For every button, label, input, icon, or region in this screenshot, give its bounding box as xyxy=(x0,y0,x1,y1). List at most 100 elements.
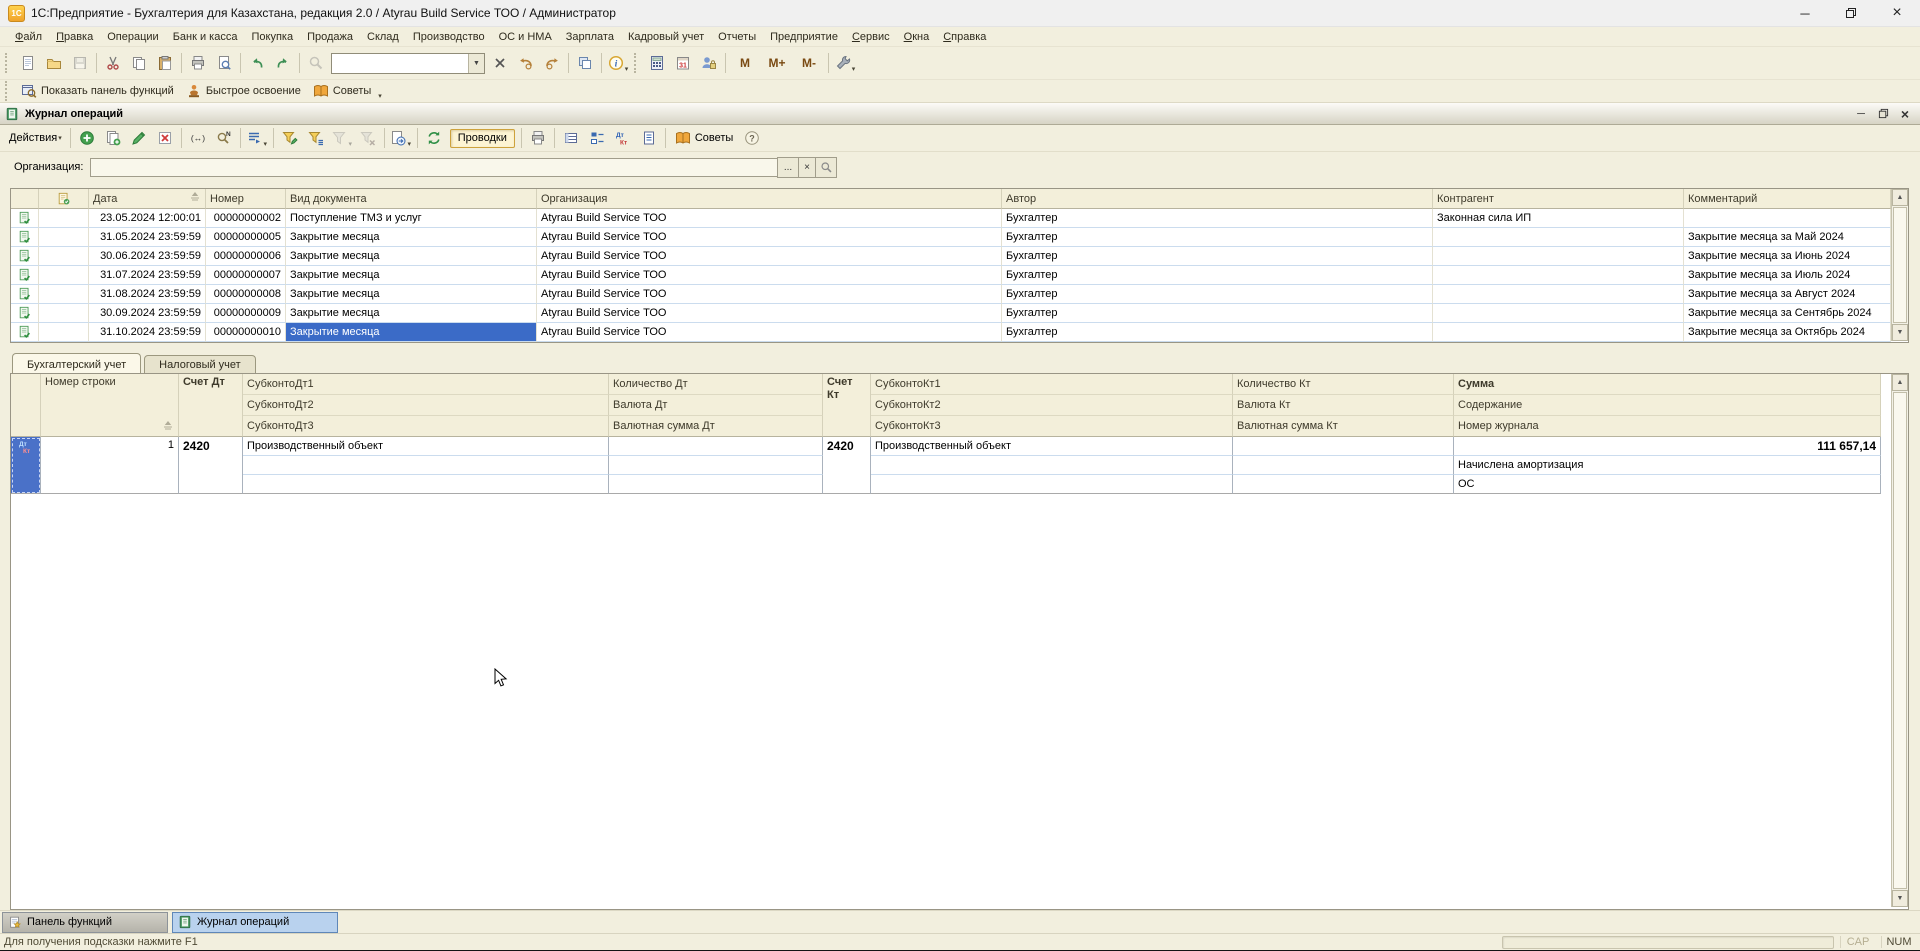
entries-cell-journal-number[interactable]: ОС xyxy=(1454,475,1881,494)
journal-cell-type[interactable]: Закрытие месяца xyxy=(286,285,537,304)
postings-toggle[interactable]: Проводки xyxy=(450,129,515,148)
entries-header-account-kt[interactable]: Счет Кт xyxy=(823,374,871,437)
close-search-button[interactable] xyxy=(487,51,513,75)
entries-cell-subconto-kt2[interactable] xyxy=(871,456,1233,475)
entries-cell-currency-dt[interactable] xyxy=(609,456,823,475)
entries-header-qty-dt[interactable]: Количество Дт xyxy=(609,374,823,395)
journal-header-3[interactable]: Вид документа xyxy=(286,189,537,209)
memory-recall-button[interactable]: M xyxy=(729,51,761,75)
journal-row-icon-cell[interactable] xyxy=(11,247,39,266)
child-close-button[interactable]: × xyxy=(1894,106,1916,122)
journal-cell-type[interactable]: Закрытие месяца xyxy=(286,304,537,323)
entries-cell-qty-kt[interactable] xyxy=(1233,437,1454,456)
minimize-button[interactable]: ─ xyxy=(1782,0,1828,26)
journal-cell-contragent[interactable] xyxy=(1433,285,1684,304)
open-document-button[interactable] xyxy=(41,51,67,75)
journal-row-icon-cell[interactable] xyxy=(11,209,39,228)
menu-item-7[interactable]: Склад xyxy=(360,30,406,44)
journal-posted-cell[interactable] xyxy=(39,323,89,342)
tips-button[interactable]: Советы xyxy=(669,128,739,148)
journal-cell-number[interactable]: 00000000009 xyxy=(206,304,286,323)
entries-header-currency-kt[interactable]: Валюта Кт xyxy=(1233,395,1454,416)
document-structure-button[interactable] xyxy=(558,126,584,150)
entries-header-qty-kt[interactable]: Количество Кт xyxy=(1233,374,1454,395)
filter-clear-button[interactable] xyxy=(355,126,381,150)
journal-cell-comment[interactable]: Закрытие месяца за Сентябрь 2024 xyxy=(1684,304,1891,323)
journal-report-button[interactable] xyxy=(636,126,662,150)
entries-header-account-dt[interactable]: Счет Дт xyxy=(179,374,243,437)
entries-cell-subconto-kt1[interactable]: Производственный объект xyxy=(871,437,1233,456)
entries-cell-currency-sum-kt[interactable] xyxy=(1233,475,1454,494)
entries-header-subconto-dt3[interactable]: СубконтоДт3 xyxy=(243,416,609,437)
journal-cell-contragent[interactable]: Законная сила ИП xyxy=(1433,209,1684,228)
journal-cell-number[interactable]: 00000000005 xyxy=(206,228,286,247)
journal-cell-org[interactable]: Atyrau Build Service ТОО xyxy=(537,323,1002,342)
entries-cell-amount[interactable]: 111 657,14 xyxy=(1454,437,1881,456)
close-button[interactable]: × xyxy=(1874,0,1920,26)
journal-cell-org[interactable]: Atyrau Build Service ТОО xyxy=(537,285,1002,304)
window-tab-function-panel[interactable]: Панель функций xyxy=(2,912,168,933)
entries-cell-account-dt[interactable]: 2420 xyxy=(179,437,243,494)
entries-header-subconto-kt3[interactable]: СубконтоКт3 xyxy=(871,416,1233,437)
entries-cell-row-number[interactable]: 1 xyxy=(41,437,179,494)
entries-header-row-number[interactable]: Номер строки xyxy=(41,374,179,437)
journal-cell-comment[interactable]: Закрытие месяца за Август 2024 xyxy=(1684,285,1891,304)
journal-cell-org[interactable]: Atyrau Build Service ТОО xyxy=(537,228,1002,247)
journal-posted-cell[interactable] xyxy=(39,209,89,228)
save-button[interactable] xyxy=(67,51,93,75)
journal-cell-author[interactable]: Бухгалтер xyxy=(1002,285,1433,304)
menu-item-1[interactable]: Файл xyxy=(8,30,49,44)
delete-row-button[interactable] xyxy=(152,126,178,150)
journal-cell-type[interactable]: Поступление ТМЗ и услуг xyxy=(286,209,537,228)
journal-posted-cell[interactable] xyxy=(39,285,89,304)
journal-cell-date[interactable]: 30.09.2024 23:59:59 xyxy=(89,304,206,323)
journal-cell-author[interactable]: Бухгалтер xyxy=(1002,228,1433,247)
entries-header-amount[interactable]: Сумма xyxy=(1454,374,1881,395)
related-windows-button[interactable] xyxy=(572,51,598,75)
list-setup-button[interactable] xyxy=(584,126,610,150)
print-journal-button[interactable] xyxy=(525,126,551,150)
find-previous-button[interactable] xyxy=(513,51,539,75)
journal-row-icon-cell[interactable] xyxy=(11,285,39,304)
menu-item-6[interactable]: Продажа xyxy=(300,30,360,44)
journal-posted-cell[interactable] xyxy=(39,304,89,323)
settings-wrench-button[interactable]: ▾ xyxy=(832,51,858,75)
journal-cell-org[interactable]: Atyrau Build Service ТОО xyxy=(537,266,1002,285)
journal-cell-number[interactable]: 00000000010 xyxy=(206,323,286,342)
organization-open-button[interactable] xyxy=(815,157,837,178)
journal-cell-type[interactable]: Закрытие месяца xyxy=(286,228,537,247)
journal-cell-org[interactable]: Atyrau Build Service ТОО xyxy=(537,304,1002,323)
journal-cell-contragent[interactable] xyxy=(1433,247,1684,266)
entries-header-subconto-kt1[interactable]: СубконтоКт1 xyxy=(871,374,1233,395)
find-button[interactable] xyxy=(303,51,329,75)
journal-cell-contragent[interactable] xyxy=(1433,228,1684,247)
menu-item-14[interactable]: Сервис xyxy=(845,30,897,44)
child-restore-button[interactable] xyxy=(1872,106,1894,122)
journal-cell-date[interactable]: 31.05.2024 23:59:59 xyxy=(89,228,206,247)
menu-item-13[interactable]: Предприятие xyxy=(763,30,845,44)
journal-cell-author[interactable]: Бухгалтер xyxy=(1002,247,1433,266)
list-settings-button[interactable]: ▾ xyxy=(244,126,270,150)
new-document-button[interactable] xyxy=(15,51,41,75)
journal-row-icon-cell[interactable] xyxy=(11,228,39,247)
journal-header-1[interactable]: Дата xyxy=(89,189,206,209)
entries-cell-account-kt[interactable]: 2420 xyxy=(823,437,871,494)
search-combo[interactable]: ▼ xyxy=(331,53,485,74)
service-info-button[interactable]: i▾ xyxy=(605,51,631,75)
journal-cell-author[interactable]: Бухгалтер xyxy=(1002,209,1433,228)
window-tab-journal[interactable]: Журнал операций xyxy=(172,912,338,933)
journal-cell-org[interactable]: Atyrau Build Service ТОО xyxy=(537,209,1002,228)
scroll-down-button[interactable]: ▼ xyxy=(1892,324,1908,341)
find-next-button[interactable] xyxy=(539,51,565,75)
journal-cell-date[interactable]: 31.07.2024 23:59:59 xyxy=(89,266,206,285)
print-button[interactable] xyxy=(185,51,211,75)
restore-button[interactable] xyxy=(1828,0,1874,26)
entries-cell-subconto-dt2[interactable] xyxy=(243,456,609,475)
journal-cell-number[interactable]: 00000000006 xyxy=(206,247,286,266)
menu-item-16[interactable]: Справка xyxy=(936,30,993,44)
menu-item-9[interactable]: ОС и НМА xyxy=(492,30,559,44)
journal-header-4[interactable]: Организация xyxy=(537,189,1002,209)
journal-cell-comment[interactable] xyxy=(1684,209,1891,228)
menu-item-10[interactable]: Зарплата xyxy=(559,30,621,44)
memory-subtract-button[interactable]: M- xyxy=(793,51,825,75)
